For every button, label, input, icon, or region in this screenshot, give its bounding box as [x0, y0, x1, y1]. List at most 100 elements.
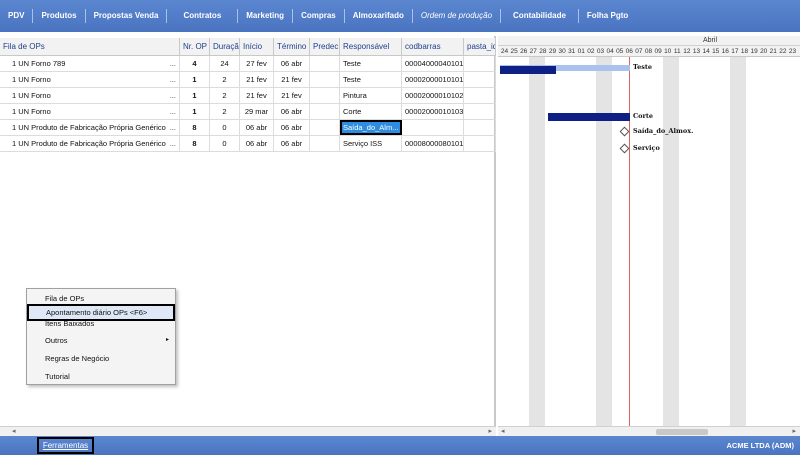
menu-item-regras-de-negocio[interactable]: Regras de Negócio — [27, 351, 175, 366]
gantt-label-servico: Serviço — [633, 144, 660, 152]
cell-barcode: 00004000040101 — [402, 56, 464, 71]
gantt-label-teste: Teste — [633, 63, 653, 71]
cell-predec — [310, 88, 340, 103]
menu-item-tutorial[interactable]: Tutorial — [27, 369, 175, 384]
menu-item-outros[interactable]: Outros ▸ — [27, 333, 175, 348]
gantt-scroll-left-arrow-icon[interactable]: ◂ — [501, 427, 505, 436]
gantt-horizontal-scrollbar[interactable]: ◂ ▸ — [498, 426, 800, 436]
gantt-weekend-stripe — [663, 57, 680, 426]
gantt-weekend-stripe — [730, 57, 747, 426]
table-row[interactable]: 1 UN Produto de Fabricação Própria Genér… — [0, 136, 496, 152]
ferramentas-button[interactable]: Ferramentas — [37, 437, 94, 454]
cell-duration: 2 — [210, 104, 240, 119]
bottom-bar: Ferramentas ACME LTDA (ADM) — [0, 436, 800, 455]
cell-op: 1 — [180, 72, 210, 87]
table-row[interactable]: 1 UN Forno... 1 2 21 fev 21 fev Pintura … — [0, 88, 496, 104]
menu-item-itens-baixados[interactable]: Itens Baixados — [27, 316, 175, 331]
gantt-day-label: 06 — [625, 48, 633, 55]
cell-start: 21 fev — [240, 88, 274, 103]
gantt-day-label: 21 — [769, 48, 777, 55]
gantt-label-corte: Corte — [633, 112, 654, 120]
col-responsavel[interactable]: Responsável — [340, 38, 402, 55]
menu-contabilidade[interactable]: Contabilidade — [501, 9, 579, 23]
gantt-bar-teste[interactable] — [500, 66, 556, 74]
menu-compras[interactable]: Compras — [293, 9, 345, 23]
col-inicio[interactable]: Início — [240, 38, 274, 55]
cell-predec — [310, 104, 340, 119]
cell-barcode: 00002000010101 — [402, 72, 464, 87]
main-menu-bar: PDV Produtos Propostas Venda Contratos M… — [0, 0, 800, 32]
menu-contratos[interactable]: Contratos — [167, 9, 239, 23]
cell-duration: 24 — [210, 56, 240, 71]
menu-pdv[interactable]: PDV — [0, 9, 34, 23]
gantt-days-header: 24 25 26 27 28 29 30 31 01 02 03 04 05 06 07 08 09 10 11 12… — [498, 46, 800, 57]
gantt-day-label: 29 — [548, 48, 557, 55]
cell-predec — [310, 136, 340, 151]
gantt-day-label: 30 — [558, 48, 566, 55]
col-fila-de-ops[interactable]: Fila de OPs — [0, 38, 180, 55]
gantt-day-label: 14 — [702, 48, 710, 55]
gantt-day-label: 20 — [760, 48, 768, 55]
menu-item-fila-de-ops[interactable]: Fila de OPs — [27, 291, 175, 306]
cell-name: 1 UN Produto de Fabricação Própria Genér… — [0, 120, 180, 135]
gantt-day-label: 15 — [712, 48, 720, 55]
col-predec[interactable]: Predec. — [310, 38, 340, 55]
gantt-scroll-right-arrow-icon[interactable]: ▸ — [792, 427, 796, 436]
gantt-bar-corte[interactable] — [548, 113, 630, 121]
cell-responsible-selected[interactable]: Saída_do_Alm... — [340, 120, 402, 135]
cell-responsible: Teste — [340, 56, 402, 71]
gantt-milestone-servico[interactable] — [619, 143, 630, 154]
cell-duration: 0 — [210, 120, 240, 135]
menu-produtos[interactable]: Produtos — [33, 9, 86, 23]
table-row[interactable]: 1 UN Forno... 1 2 29 mar 06 abr Corte 00… — [0, 104, 496, 120]
gantt-month-label: Abril — [703, 37, 718, 44]
col-duracao[interactable]: Duração — [210, 38, 240, 55]
cell-name: 1 UN Forno... — [0, 72, 180, 87]
cell-pasta — [464, 88, 496, 103]
gantt-milestone-saida[interactable] — [619, 126, 630, 137]
gantt-day-label: 24 — [500, 48, 509, 55]
cell-start: 06 abr — [240, 120, 274, 135]
cell-predec — [310, 72, 340, 87]
gantt-chart: Abril 24 25 26 27 28 29 30 31 01 02 03 04 05 06 07 08 09… — [498, 36, 800, 436]
gantt-day-label: 09 — [654, 48, 662, 55]
gantt-day-label: 01 — [577, 48, 585, 55]
cell-predec — [310, 120, 340, 135]
gantt-day-label: 27 — [529, 48, 537, 55]
gantt-month-header: Abril — [498, 36, 800, 46]
cell-duration: 2 — [210, 72, 240, 87]
cell-end: 06 abr — [274, 136, 310, 151]
main-area: Fila de OPs Nr. OP Duração Início Términ… — [0, 36, 800, 436]
col-nr-op[interactable]: Nr. OP — [180, 38, 210, 55]
cell-responsible: Pintura — [340, 88, 402, 103]
gantt-day-label: 12 — [683, 48, 691, 55]
menu-item-outros-label: Outros — [45, 336, 68, 345]
gantt-scroll-thumb[interactable] — [656, 429, 708, 435]
menu-propostas-venda[interactable]: Propostas Venda — [86, 9, 168, 23]
col-termino[interactable]: Término — [274, 38, 310, 55]
menu-folha-pgto[interactable]: Folha Pgto — [579, 9, 636, 23]
gantt-day-label: 13 — [692, 48, 701, 55]
cell-pasta — [464, 56, 496, 71]
table-row[interactable]: 1 UN Forno... 1 2 21 fev 21 fev Teste 00… — [0, 72, 496, 88]
cell-barcode: 00002000010102 — [402, 88, 464, 103]
table-row[interactable]: 1 UN Produto de Fabricação Própria Genér… — [0, 120, 496, 136]
gantt-weekend-stripe — [528, 57, 545, 426]
cell-start: 27 fev — [240, 56, 274, 71]
grid-horizontal-scrollbar[interactable]: ◂ ▸ — [0, 426, 496, 436]
tools-context-menu: Fila de OPs Apontamento diário OPs <F6> … — [26, 288, 176, 385]
cell-barcode: 00008000080101 — [402, 136, 464, 151]
gantt-day-label: 02 — [587, 48, 595, 55]
menu-marketing[interactable]: Marketing — [238, 9, 294, 23]
menu-ordem-de-producao[interactable]: Ordem de produção — [413, 9, 502, 23]
col-codbarras[interactable]: codbarras — [402, 38, 464, 55]
gantt-day-label: 16 — [721, 48, 729, 55]
cell-responsible: Teste — [340, 72, 402, 87]
cell-end: 21 fev — [274, 88, 310, 103]
gantt-day-label: 26 — [520, 48, 528, 55]
table-row[interactable]: 1 UN Forno 789... 4 24 27 fev 06 abr Tes… — [0, 56, 496, 72]
gantt-day-label: 05 — [616, 48, 624, 55]
menu-almoxarifado[interactable]: Almoxarifado — [345, 9, 413, 23]
col-pasta-id[interactable]: pasta_id — [464, 38, 496, 55]
cell-end: 21 fev — [274, 72, 310, 87]
